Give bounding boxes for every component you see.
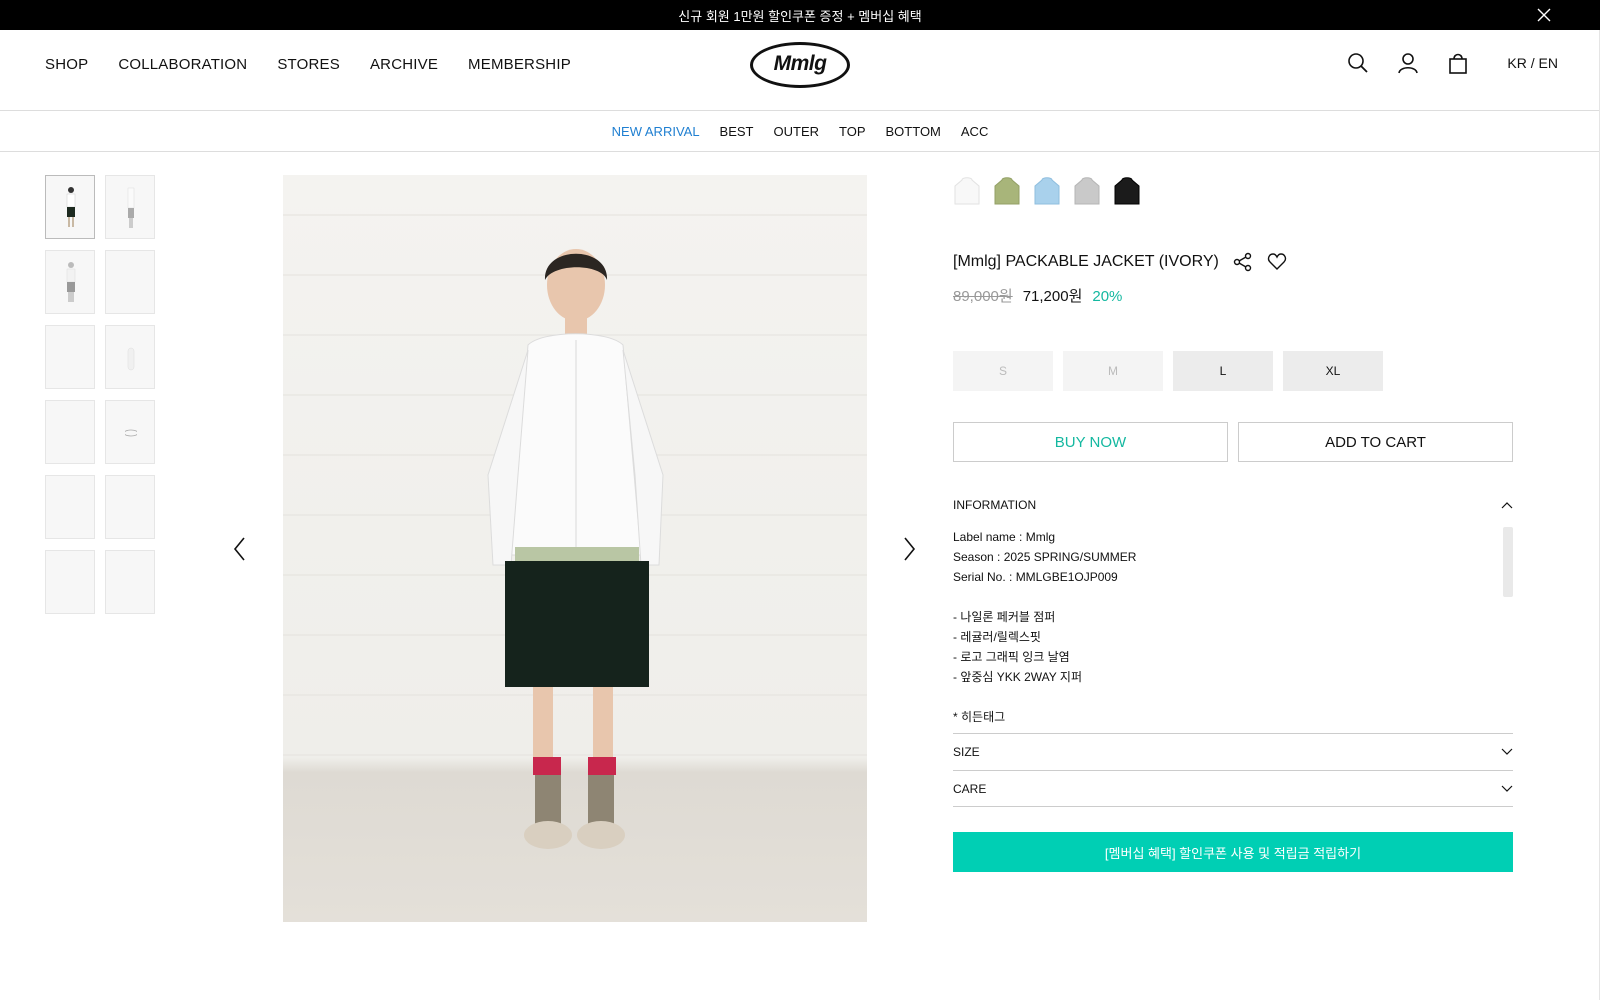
promo-bar: 신규 회원 1만원 할인쿠폰 증정 + 멤버십 혜택 — [0, 0, 1600, 30]
info-line: Serial No. : MMLGBE1OJP009 — [953, 570, 1118, 584]
category-best[interactable]: BEST — [720, 124, 754, 139]
account-icon[interactable] — [1397, 52, 1419, 74]
thumbnail-10[interactable] — [105, 475, 155, 539]
category-top[interactable]: TOP — [839, 124, 866, 139]
info-line: Season : 2025 SPRING/SUMMER — [953, 550, 1137, 564]
thumbnail-11[interactable] — [45, 550, 95, 614]
search-icon[interactable] — [1347, 52, 1369, 74]
category-new-arrival[interactable]: NEW ARRIVAL — [612, 124, 700, 139]
category-outer[interactable]: OUTER — [774, 124, 820, 139]
close-icon[interactable] — [1536, 7, 1552, 23]
brand-logo[interactable]: Mmlg — [750, 42, 850, 88]
logo-text: Mmlg — [773, 52, 827, 75]
size-section-label: SIZE — [953, 745, 980, 759]
info-line: - 로고 그래픽 잉크 날염 — [953, 650, 1070, 664]
chevron-down-icon[interactable] — [1501, 748, 1513, 756]
site-header: SHOP COLLABORATION STORES ARCHIVE MEMBER… — [0, 30, 1600, 111]
thumbnail-5[interactable] — [45, 325, 95, 389]
thumbnail-4[interactable] — [105, 250, 155, 314]
info-line — [953, 587, 1513, 607]
thumbnail-2[interactable] — [105, 175, 155, 239]
purchase-buttons: BUY NOW ADD TO CART — [953, 422, 1513, 462]
original-price: 89,000원 — [953, 288, 1013, 305]
category-nav: NEW ARRIVAL BEST OUTER TOP BOTTOM ACC — [0, 111, 1600, 152]
size-accordion[interactable]: SIZE — [953, 733, 1513, 770]
information-label: INFORMATION — [953, 498, 1037, 512]
add-to-cart-button[interactable]: ADD TO CART — [1238, 422, 1513, 462]
swatch-black-jacket-icon[interactable] — [1113, 176, 1141, 208]
nav-shop[interactable]: SHOP — [45, 56, 88, 73]
price-row: 89,000원 71,200원 20% — [953, 285, 1122, 306]
size-xl-option[interactable]: XL — [1283, 351, 1383, 391]
language-switcher[interactable]: KR / EN — [1507, 55, 1558, 71]
information-section: INFORMATION Label name : Mmlg Season : 2… — [953, 497, 1513, 723]
thumbnail-1[interactable] — [45, 175, 95, 239]
thumbnail-3[interactable] — [45, 250, 95, 314]
discount-rate: 20% — [1092, 288, 1123, 305]
size-options: S M L XL — [953, 351, 1383, 391]
nav-archive[interactable]: ARCHIVE — [370, 56, 438, 73]
thumbnail-gallery — [45, 175, 155, 614]
care-accordion[interactable]: CARE — [953, 770, 1513, 807]
header-utilities: KR / EN — [1347, 52, 1558, 74]
size-s-option[interactable]: S — [953, 351, 1053, 391]
share-icon[interactable] — [1233, 252, 1253, 272]
care-section-label: CARE — [953, 782, 987, 796]
swatch-ivory-jacket-icon[interactable] — [953, 176, 981, 208]
info-line: Label name : Mmlg — [953, 530, 1056, 544]
thumbnail-6[interactable] — [105, 325, 155, 389]
accordion-divider — [953, 806, 1513, 807]
info-line: - 나일론 페커블 점퍼 — [953, 610, 1056, 624]
info-line: - 레귤러/릴렉스핏 — [953, 630, 1041, 644]
swatch-green-jacket-icon[interactable] — [993, 176, 1021, 208]
prev-image-arrow-icon[interactable] — [230, 535, 250, 563]
thumbnail-12[interactable] — [105, 550, 155, 614]
thumbnail-9[interactable] — [45, 475, 95, 539]
info-line: - 앞중심 YKK 2WAY 지퍼 — [953, 670, 1082, 684]
nav-stores[interactable]: STORES — [277, 56, 340, 73]
promo-text[interactable]: 신규 회원 1만원 할인쿠폰 증정 + 멤버십 혜택 — [678, 6, 921, 25]
info-line — [953, 687, 1513, 707]
info-line: * 히든태그 — [953, 710, 1006, 723]
thumbnail-8[interactable] — [105, 400, 155, 464]
color-swatches — [953, 176, 1141, 208]
category-acc[interactable]: ACC — [961, 124, 988, 139]
product-title: [Mmlg] PACKABLE JACKET (IVORY) — [953, 253, 1219, 270]
sale-price: 71,200원 — [1022, 288, 1083, 305]
nav-membership[interactable]: MEMBERSHIP — [468, 56, 571, 73]
product-title-row: [Mmlg] PACKABLE JACKET (IVORY) — [953, 252, 1287, 272]
main-product-image[interactable] — [283, 175, 867, 922]
information-body: Label name : Mmlg Season : 2025 SPRING/S… — [953, 527, 1513, 723]
model-photo — [283, 214, 867, 849]
swatch-gray-jacket-icon[interactable] — [1073, 176, 1101, 208]
size-m-option[interactable]: M — [1063, 351, 1163, 391]
thumbnail-7[interactable] — [45, 400, 95, 464]
membership-benefit-button[interactable]: [멤버십 혜택] 할인쿠폰 사용 및 적립금 적립하기 — [953, 832, 1513, 872]
category-bottom[interactable]: BOTTOM — [886, 124, 941, 139]
main-nav: SHOP COLLABORATION STORES ARCHIVE MEMBER… — [45, 56, 571, 73]
chevron-down-icon[interactable] — [1501, 785, 1513, 793]
information-header[interactable]: INFORMATION — [953, 497, 1513, 513]
next-image-arrow-icon[interactable] — [899, 535, 919, 563]
wishlist-heart-icon[interactable] — [1267, 252, 1287, 272]
nav-collaboration[interactable]: COLLABORATION — [118, 56, 247, 73]
chevron-up-icon[interactable] — [1501, 501, 1513, 509]
cart-icon[interactable] — [1447, 52, 1469, 74]
swatch-sky-blue-jacket-icon[interactable] — [1033, 176, 1061, 208]
buy-now-button[interactable]: BUY NOW — [953, 422, 1228, 462]
size-l-option[interactable]: L — [1173, 351, 1273, 391]
information-scrollbar[interactable] — [1503, 527, 1513, 597]
